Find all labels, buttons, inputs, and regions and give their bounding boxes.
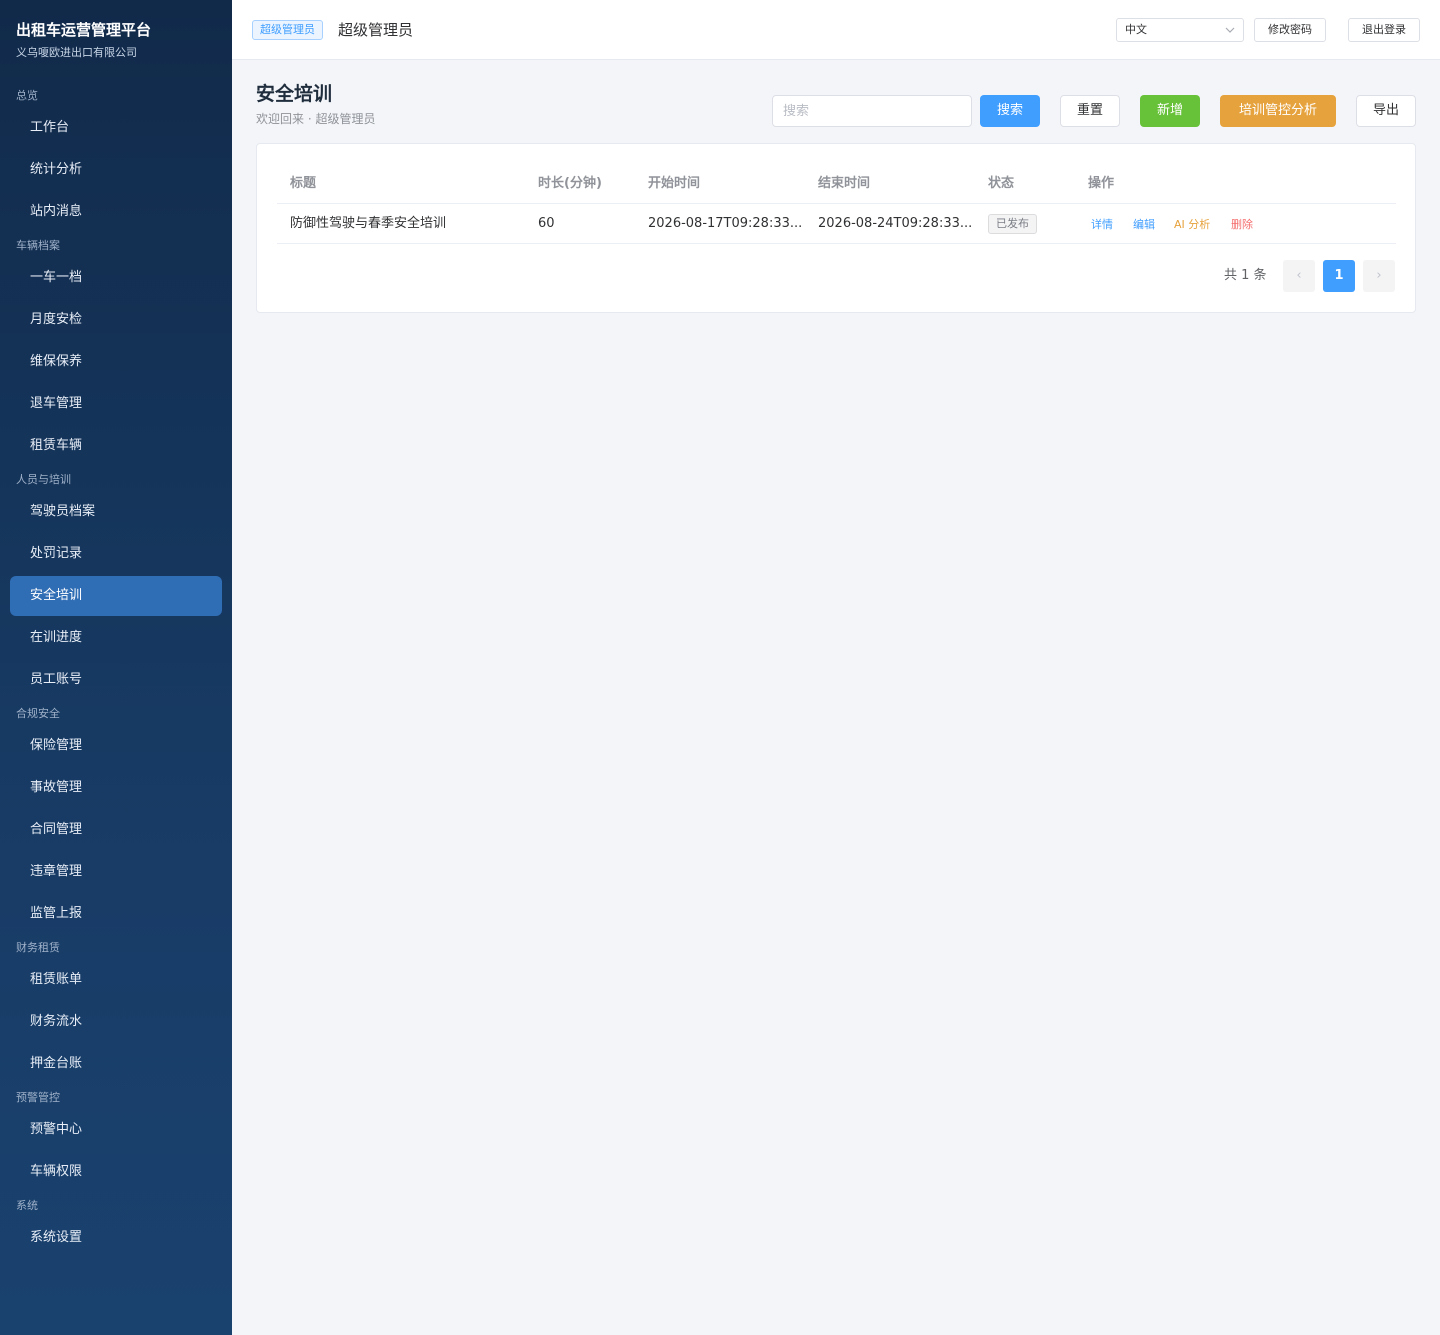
- training-table-card: 标题 时长(分钟) 开始时间 结束时间 状态 操作 防御性驾驶与春季安全培训 6…: [256, 143, 1416, 313]
- pagination-prev-button[interactable]: ‹: [1283, 260, 1315, 292]
- sidebar-item[interactable]: 处罚记录: [10, 534, 222, 574]
- sidebar-item[interactable]: 统计分析: [10, 150, 222, 190]
- search-input[interactable]: [772, 95, 972, 127]
- sidebar-item[interactable]: 合同管理: [10, 810, 222, 850]
- export-button[interactable]: 导出: [1356, 95, 1416, 127]
- sidebar-item[interactable]: 安全培训: [10, 576, 222, 616]
- current-user-name: 超级管理员: [338, 21, 414, 39]
- sidebar-item[interactable]: 租赁账单: [10, 960, 222, 1000]
- detail-link[interactable]: 详情: [1091, 204, 1113, 244]
- top-header: 超级管理员 超级管理员 中文 修改密码 退出登录: [232, 0, 1440, 60]
- sidebar-item[interactable]: 员工账号: [10, 660, 222, 700]
- table-header: 标题 时长(分钟) 开始时间 结束时间 状态 操作: [277, 164, 1396, 204]
- cell-title: 防御性驾驶与春季安全培训: [290, 216, 447, 231]
- sidebar-item[interactable]: 驾驶员档案: [10, 492, 222, 532]
- cell-status: 已发布: [988, 204, 1037, 244]
- sidebar-item[interactable]: 违章管理: [10, 852, 222, 892]
- column-header-status: 状态: [988, 176, 1015, 191]
- sidebar-group-title: 预警管控: [16, 1091, 60, 1104]
- role-badge: 超级管理员: [252, 20, 323, 40]
- delete-link[interactable]: 删除: [1231, 204, 1253, 244]
- sidebar-item[interactable]: 监管上报: [10, 894, 222, 934]
- change-password-button[interactable]: 修改密码: [1254, 18, 1326, 42]
- language-select[interactable]: 中文: [1116, 18, 1244, 42]
- sidebar-item[interactable]: 财务流水: [10, 1002, 222, 1042]
- sidebar-item[interactable]: 事故管理: [10, 768, 222, 808]
- sidebar-item[interactable]: 预警中心: [10, 1110, 222, 1150]
- sidebar-group-title: 人员与培训: [16, 473, 71, 486]
- page-subtitle: 欢迎回来 · 超级管理员: [256, 112, 376, 126]
- chevron-right-icon: ›: [1376, 268, 1382, 283]
- edit-link[interactable]: 编辑: [1133, 204, 1155, 244]
- logout-button[interactable]: 退出登录: [1348, 18, 1420, 42]
- table-row: 防御性驾驶与春季安全培训 60 2026-08-17T09:28:33... 2…: [277, 204, 1396, 244]
- chevron-down-icon: [1225, 19, 1235, 49]
- sidebar-group-title: 车辆档案: [16, 239, 60, 252]
- brand: 出租车运营管理平台 义乌嗄欧进出口有限公司: [16, 20, 151, 60]
- pagination-next-button[interactable]: ›: [1363, 260, 1395, 292]
- sidebar-item[interactable]: 押金台账: [10, 1044, 222, 1084]
- search-button[interactable]: 搜索: [980, 95, 1040, 127]
- sidebar-group-title: 总览: [16, 89, 38, 102]
- sidebar-menu: 总览工作台 统计分析 站内消息车辆档案一车一档 月度安检 维保保养 退车管理 租赁车辆人员与…: [0, 86, 232, 1258]
- pagination-page-1[interactable]: 1: [1323, 260, 1355, 292]
- sidebar-group-title: 合规安全: [16, 707, 60, 720]
- column-header-end: 结束时间: [818, 176, 871, 191]
- column-header-title: 标题: [290, 176, 317, 191]
- cell-start-time: 2026-08-17T09:28:33...: [648, 216, 803, 231]
- sidebar-item[interactable]: 系统设置: [10, 1218, 222, 1258]
- sidebar-item[interactable]: 在训进度: [10, 618, 222, 658]
- sidebar-item[interactable]: 保险管理: [10, 726, 222, 766]
- sidebar-item[interactable]: 月度安检: [10, 300, 222, 340]
- sidebar-item[interactable]: 车辆权限: [10, 1152, 222, 1192]
- reset-button[interactable]: 重置: [1060, 95, 1120, 127]
- column-header-actions: 操作: [1088, 176, 1115, 191]
- page-title: 安全培训: [256, 83, 333, 105]
- sidebar-item[interactable]: 租赁车辆: [10, 426, 222, 466]
- column-header-start: 开始时间: [648, 176, 701, 191]
- add-button[interactable]: 新增: [1140, 95, 1200, 127]
- sidebar-group-title: 系统: [16, 1199, 38, 1212]
- language-value: 中文: [1125, 23, 1147, 36]
- sidebar-item[interactable]: 工作台: [10, 108, 222, 148]
- training-analysis-button[interactable]: 培训管控分析: [1220, 95, 1336, 127]
- sidebar-item[interactable]: 退车管理: [10, 384, 222, 424]
- status-badge: 已发布: [988, 213, 1037, 234]
- sidebar-item[interactable]: 站内消息: [10, 192, 222, 232]
- pagination-total: 共 1 条: [1224, 268, 1267, 283]
- sidebar-group-title: 财务租赁: [16, 941, 60, 954]
- sidebar-item[interactable]: 维保保养: [10, 342, 222, 382]
- sidebar: 出租车运营管理平台 义乌嗄欧进出口有限公司 总览工作台 统计分析 站内消息车辆档案一…: [0, 0, 232, 1335]
- cell-duration: 60: [538, 216, 555, 231]
- chevron-left-icon: ‹: [1296, 268, 1302, 283]
- app-title: 出租车运营管理平台: [16, 21, 152, 39]
- column-header-duration: 时长(分钟): [538, 176, 602, 191]
- sidebar-item[interactable]: 一车一档: [10, 258, 222, 298]
- ai-analysis-link[interactable]: AI 分析: [1174, 204, 1210, 244]
- cell-end-time: 2026-08-24T09:28:33...: [818, 216, 973, 231]
- company-name: 义乌嗄欧进出口有限公司: [16, 46, 137, 59]
